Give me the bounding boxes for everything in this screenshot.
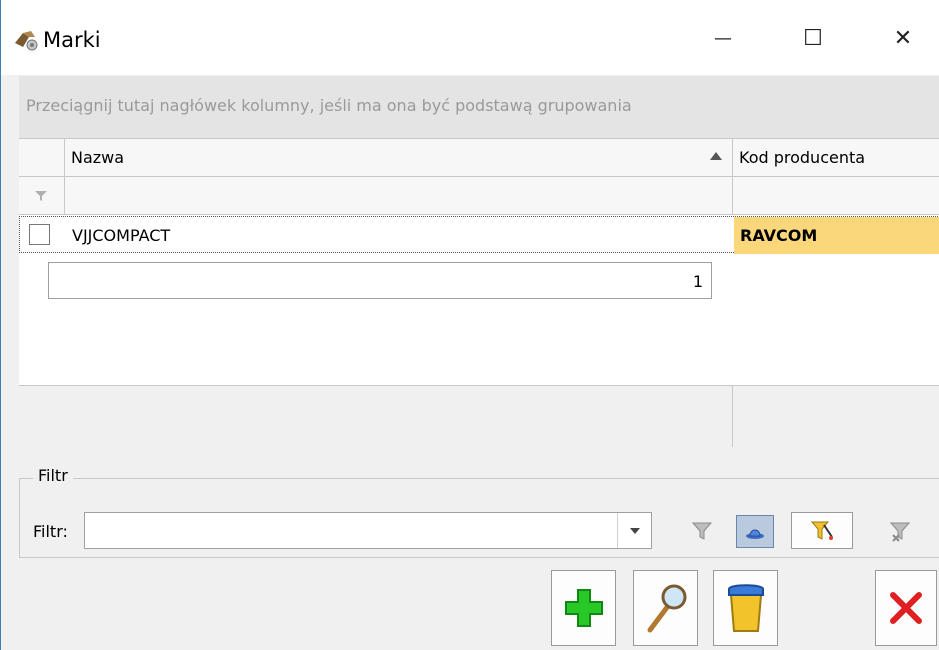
filter-label: Filtr: (33, 522, 68, 541)
column-header-nazwa[interactable]: Nazwa (65, 139, 733, 177)
close-icon: ✕ (893, 25, 913, 51)
row-select-cell[interactable] (20, 217, 66, 254)
window-title: Marki (43, 28, 101, 52)
header-indicator-cell (19, 139, 65, 177)
filter-hat-toggle[interactable] (736, 515, 774, 548)
record-count-summary: 1 (48, 262, 712, 299)
column-header-label: Kod producenta (739, 148, 866, 167)
maximize-button[interactable]: ☐ (783, 17, 843, 59)
grid-footer-kod (733, 385, 939, 447)
filter-combobox[interactable] (84, 512, 652, 549)
row-checkbox[interactable] (29, 224, 50, 245)
maximize-icon: ☐ (803, 25, 823, 51)
filter-row-icon (35, 191, 47, 201)
column-header-label: Nazwa (71, 148, 125, 167)
filter-wizard-button[interactable] (791, 512, 853, 549)
delete-icon (727, 584, 764, 632)
filter-row-indicator[interactable] (19, 177, 65, 215)
apply-filter-button[interactable] (673, 512, 731, 549)
funnel-star-icon (810, 521, 833, 540)
filter-cell-kod-producenta[interactable] (733, 177, 939, 215)
group-by-hint: Przeciągnij tutaj nagłówek kolumny, jeśl… (26, 96, 632, 115)
grid-footer (19, 385, 733, 447)
cell-nazwa-text: VJJCOMPACT (72, 226, 171, 245)
title-bar[interactable]: Marki — ☐ ✕ (1, 0, 939, 75)
clear-filter-button[interactable] (869, 512, 931, 549)
brands-app-icon (15, 31, 38, 51)
close-button[interactable] (875, 570, 937, 646)
close-icon (890, 592, 922, 624)
hat-icon (746, 529, 764, 539)
funnel-icon (691, 522, 713, 540)
cell-kod-producenta[interactable]: RAVCOM (734, 217, 939, 254)
table-row[interactable]: VJJCOMPACT RAVCOM (19, 216, 939, 254)
minimize-icon: — (714, 27, 732, 49)
minimize-button[interactable]: — (693, 17, 753, 59)
filter-group-title: Filtr (33, 466, 73, 485)
chevron-down-icon[interactable] (617, 513, 651, 548)
column-header-kod-producenta[interactable]: Kod producenta (733, 139, 939, 177)
group-by-panel[interactable]: Przeciągnij tutaj nagłówek kolumny, jeśl… (19, 76, 939, 139)
edit-icon (647, 584, 686, 633)
cell-nazwa[interactable]: VJJCOMPACT (66, 217, 734, 254)
sort-ascending-icon (710, 152, 722, 160)
edit-button[interactable] (633, 570, 698, 646)
filter-cell-nazwa[interactable] (65, 177, 733, 215)
delete-button[interactable] (713, 570, 778, 646)
record-count-value: 1 (692, 272, 703, 291)
marki-window: Marki — ☐ ✕ Przeciągnij tutaj nagłówek k… (0, 0, 939, 650)
add-button[interactable] (551, 570, 616, 646)
add-icon (564, 589, 603, 627)
close-window-button[interactable]: ✕ (873, 17, 933, 59)
funnel-clear-icon (889, 522, 911, 542)
cell-kod-producenta-text: RAVCOM (740, 226, 818, 245)
